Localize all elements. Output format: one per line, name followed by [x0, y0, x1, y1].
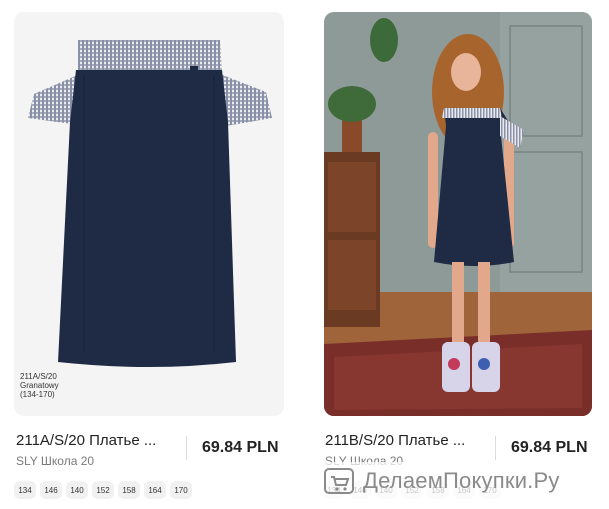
dress-image — [28, 40, 272, 367]
cart-icon — [324, 468, 354, 494]
site-watermark: ДелаемПокупки.Ру — [323, 462, 605, 500]
divider — [186, 436, 187, 460]
price-value: 69.84 — [511, 439, 552, 456]
size-option[interactable]: 146 — [40, 481, 62, 499]
size-option[interactable]: 158 — [118, 481, 140, 499]
product-image[interactable]: 211A/S/20 Granatowy (134-170) — [14, 12, 284, 416]
size-option[interactable]: 152 — [92, 481, 114, 499]
product-title[interactable]: 211B/S/20 Платье ... — [325, 432, 465, 449]
size-option[interactable]: 140 — [66, 481, 88, 499]
price-value: 69.84 — [202, 439, 243, 456]
price-currency: PLN — [555, 439, 588, 456]
product-image[interactable] — [324, 12, 592, 416]
price-currency: PLN — [246, 439, 279, 456]
product-price: 69.84 PLN — [202, 439, 279, 457]
product-title[interactable]: 211A/S/20 Платье ... — [16, 432, 156, 449]
product-price: 69.84 PLN — [511, 439, 588, 457]
tag-line: 211A/S/20 — [20, 372, 57, 381]
product-tag: 211A/S/20 Granatowy (134-170) — [20, 372, 59, 399]
tag-line: (134-170) — [20, 390, 55, 399]
model-photo — [324, 12, 592, 416]
watermark-text: ДелаемПокупки.Ру — [363, 468, 560, 493]
tag-line: Granatowy — [20, 381, 59, 390]
product-card-1[interactable]: 211A/S/20 Granatowy (134-170) 211A/S/20 … — [0, 0, 292, 509]
size-list: 134 146 140 152 158 164 170 — [14, 481, 192, 499]
size-option[interactable]: 170 — [170, 481, 192, 499]
size-option[interactable]: 134 — [14, 481, 36, 499]
size-option[interactable]: 164 — [144, 481, 166, 499]
product-brand: SLY Школа 20 — [16, 454, 95, 468]
product-card-2[interactable]: 211B/S/20 Платье ... SLY Школа 20 69.84 … — [309, 0, 601, 509]
divider — [495, 436, 496, 460]
